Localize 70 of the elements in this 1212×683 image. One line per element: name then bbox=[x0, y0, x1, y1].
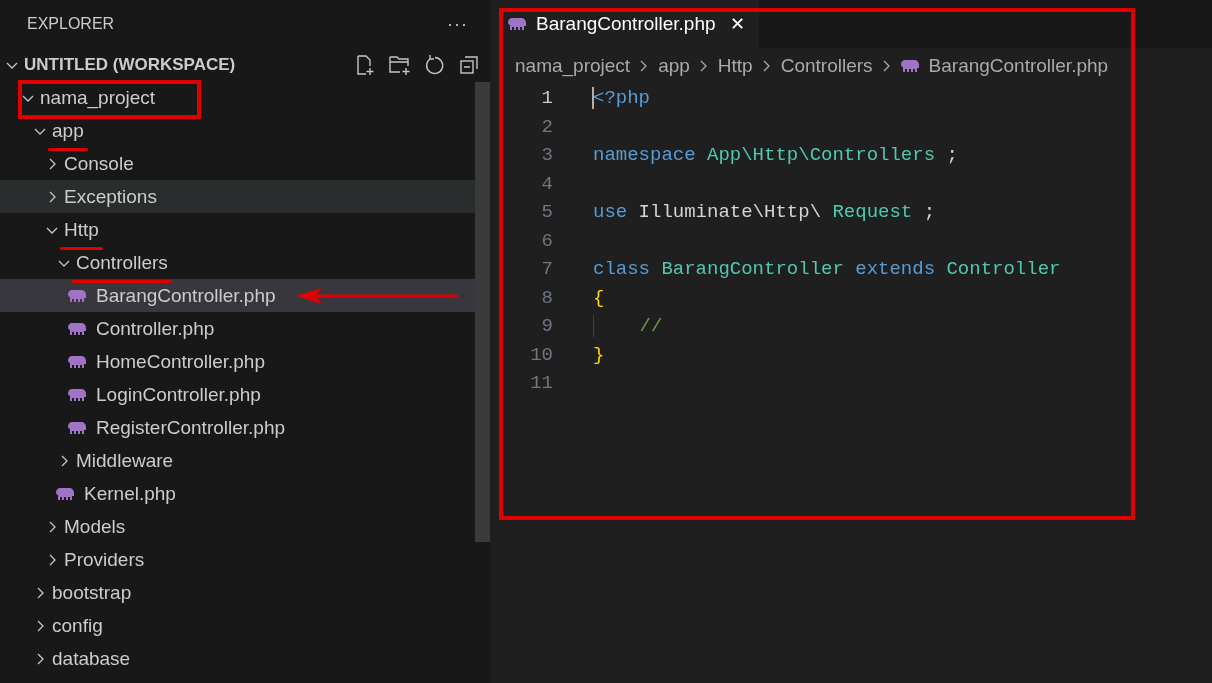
line-number: 8 bbox=[540, 286, 553, 309]
line-number: 10 bbox=[529, 343, 553, 366]
code-token: extends bbox=[855, 258, 936, 281]
file-item[interactable]: Controller.php bbox=[0, 312, 475, 345]
panel-title: EXPLORER bbox=[27, 15, 115, 33]
code-token: } bbox=[593, 343, 605, 366]
line-number: 5 bbox=[540, 201, 553, 224]
code-token: BarangController bbox=[661, 258, 844, 281]
folder-item[interactable]: Models bbox=[0, 510, 475, 543]
breadcrumb-item[interactable]: Http bbox=[717, 55, 753, 77]
line-number: 6 bbox=[540, 229, 553, 252]
code-token: Controller bbox=[946, 258, 1061, 281]
code-token: class bbox=[593, 258, 650, 281]
collapse-all-icon[interactable] bbox=[458, 53, 480, 76]
breadcrumb-item[interactable]: app bbox=[658, 55, 690, 77]
elephant-icon bbox=[900, 58, 921, 74]
close-icon[interactable]: ✕ bbox=[729, 13, 745, 35]
code-token: namespace bbox=[593, 144, 696, 167]
line-number: 9 bbox=[540, 315, 553, 338]
folder-item[interactable]: database bbox=[0, 642, 475, 675]
elephant-icon bbox=[68, 419, 88, 436]
file-item[interactable]: HomeController.php bbox=[0, 345, 475, 378]
elephant-icon bbox=[68, 287, 88, 304]
folder-item[interactable]: Http bbox=[0, 213, 475, 246]
file-item[interactable]: RegisterController.php bbox=[0, 411, 475, 444]
underline-mark bbox=[48, 147, 88, 151]
code-token: use bbox=[593, 201, 628, 224]
folder-item[interactable]: Middleware bbox=[0, 444, 475, 477]
elephant-icon bbox=[68, 353, 88, 370]
underline-mark bbox=[60, 246, 103, 250]
elephant-icon bbox=[68, 386, 88, 403]
refresh-icon[interactable] bbox=[424, 53, 446, 76]
elephant-icon bbox=[68, 320, 88, 337]
file-item[interactable]: LoginController.php bbox=[0, 378, 475, 411]
code-token: // bbox=[639, 315, 663, 338]
file-item[interactable]: Kernel.php bbox=[0, 477, 475, 510]
code-token: { bbox=[593, 286, 605, 309]
line-number: 2 bbox=[540, 115, 553, 138]
breadcrumb-item[interactable]: Controllers bbox=[780, 55, 873, 77]
line-number: 4 bbox=[540, 172, 553, 195]
code-token: ; bbox=[923, 201, 936, 224]
breadcrumb-item[interactable]: BarangController.php bbox=[928, 55, 1109, 77]
code-token: <?php bbox=[593, 87, 650, 110]
folder-item[interactable]: Providers bbox=[0, 543, 475, 576]
elephant-icon bbox=[508, 16, 528, 32]
more-actions-button[interactable]: ··· bbox=[447, 13, 468, 35]
workspace-header[interactable]: UNTITLED (WORKSPACE) bbox=[0, 48, 490, 81]
folder-item[interactable]: nama_project bbox=[0, 81, 475, 114]
code-token: ; bbox=[946, 144, 958, 167]
folder-item[interactable]: Exceptions bbox=[0, 180, 475, 213]
new-file-icon[interactable] bbox=[354, 53, 376, 76]
line-number: 3 bbox=[540, 144, 553, 167]
text-cursor bbox=[592, 87, 594, 110]
line-number: 1 bbox=[540, 87, 553, 110]
folder-item[interactable]: bootstrap bbox=[0, 576, 475, 609]
folder-item[interactable]: Controllers bbox=[0, 246, 475, 279]
editor-tab[interactable]: BarangController.php ✕ bbox=[490, 0, 759, 48]
code-token: Illuminate\Http\ bbox=[638, 201, 822, 224]
elephant-icon bbox=[56, 485, 76, 502]
line-number: 7 bbox=[540, 258, 553, 281]
code-token: App\Http\Controllers bbox=[707, 144, 936, 167]
folder-item[interactable]: config bbox=[0, 609, 475, 642]
scrollbar[interactable] bbox=[475, 82, 490, 542]
folder-item[interactable]: app bbox=[0, 114, 475, 147]
file-item[interactable]: BarangController.php bbox=[0, 279, 475, 312]
new-folder-icon[interactable] bbox=[388, 53, 412, 76]
folder-item[interactable]: Console bbox=[0, 147, 475, 180]
code-token: Request bbox=[832, 201, 913, 224]
breadcrumb-item[interactable]: nama_project bbox=[515, 55, 631, 77]
line-number: 11 bbox=[529, 372, 553, 395]
